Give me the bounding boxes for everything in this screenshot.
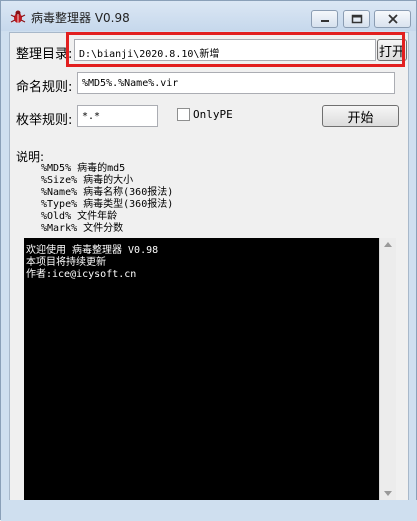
bug-icon: [10, 10, 26, 23]
help-line: %Size% 病毒的大小: [41, 175, 134, 186]
naming-rule-input[interactable]: %MD5%.%Name%.vir: [77, 72, 395, 94]
help-line: %Old% 文件年龄: [41, 211, 118, 222]
onlype-checkbox[interactable]: [177, 108, 190, 121]
close-button[interactable]: [374, 10, 411, 28]
start-button[interactable]: 开始: [322, 105, 399, 127]
scroll-up-icon[interactable]: [384, 242, 392, 247]
app-window: 病毒整理器 V0.98 整理目录: D:\bianji\2020.8.10\新增…: [0, 0, 417, 521]
minimize-icon: [320, 20, 329, 22]
help-line: %Type% 病毒类型(360报法): [41, 199, 174, 210]
minimize-button[interactable]: [311, 10, 338, 28]
help-line: %Name% 病毒名称(360报法): [41, 187, 174, 198]
window-bottom-frame: [1, 500, 417, 521]
enum-label: 枚举规则:: [16, 113, 73, 128]
naming-label: 命名规则:: [16, 80, 73, 95]
window-title: 病毒整理器 V0.98: [31, 11, 130, 25]
highlight-box: [66, 32, 405, 67]
scroll-down-icon[interactable]: [384, 491, 392, 496]
maximize-button[interactable]: [343, 10, 370, 28]
enum-rule-input[interactable]: *.*: [77, 105, 158, 127]
help-title: 说明:: [16, 150, 45, 164]
console-scrollbar[interactable]: [379, 238, 396, 500]
dir-label: 整理目录:: [16, 47, 73, 62]
title-bar[interactable]: 病毒整理器 V0.98: [1, 1, 416, 31]
onlype-label: OnlyPE: [193, 108, 233, 121]
console-line: 作者:ice@icysoft.cn: [26, 269, 137, 280]
maximize-icon: [351, 14, 362, 24]
help-line: %Mark% 文件分数: [41, 223, 124, 234]
console-output[interactable]: 欢迎使用 病毒整理器 V0.98 本项目将持续更新 作者:ice@icysoft…: [24, 238, 379, 500]
help-line: %MD5% 病毒的md5: [41, 163, 126, 174]
close-icon: [387, 14, 398, 24]
